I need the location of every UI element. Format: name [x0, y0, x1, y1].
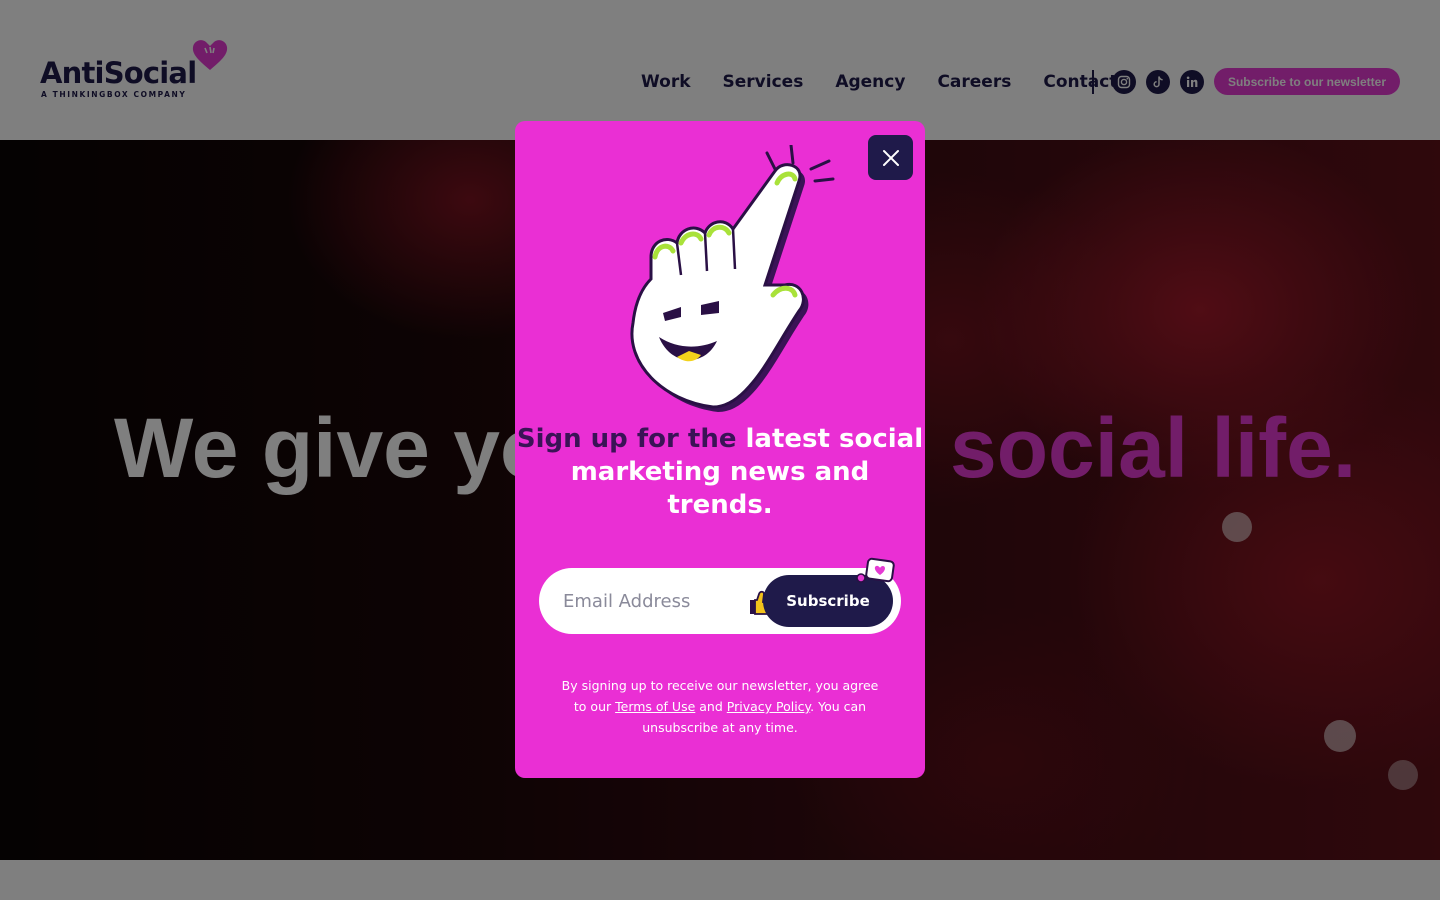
privacy-policy-link[interactable]: Privacy Policy: [727, 699, 810, 714]
close-icon: [882, 149, 899, 166]
terms-of-use-link[interactable]: Terms of Use: [615, 699, 695, 714]
legal-and: and: [695, 699, 727, 714]
heart-message-icon: [856, 557, 895, 583]
modal-headline: Sign up for the latest social marketing …: [515, 423, 925, 522]
subscribe-form: Subscribe: [539, 557, 901, 634]
close-modal-button[interactable]: [868, 135, 913, 180]
headline-part-dark: Sign up for the: [516, 424, 746, 454]
email-input[interactable]: [563, 586, 753, 616]
pointing-hand-illustration: [630, 145, 835, 412]
newsletter-modal: Sign up for the latest social marketing …: [515, 121, 925, 778]
legal-notice: By signing up to receive our newsletter,…: [555, 675, 885, 738]
